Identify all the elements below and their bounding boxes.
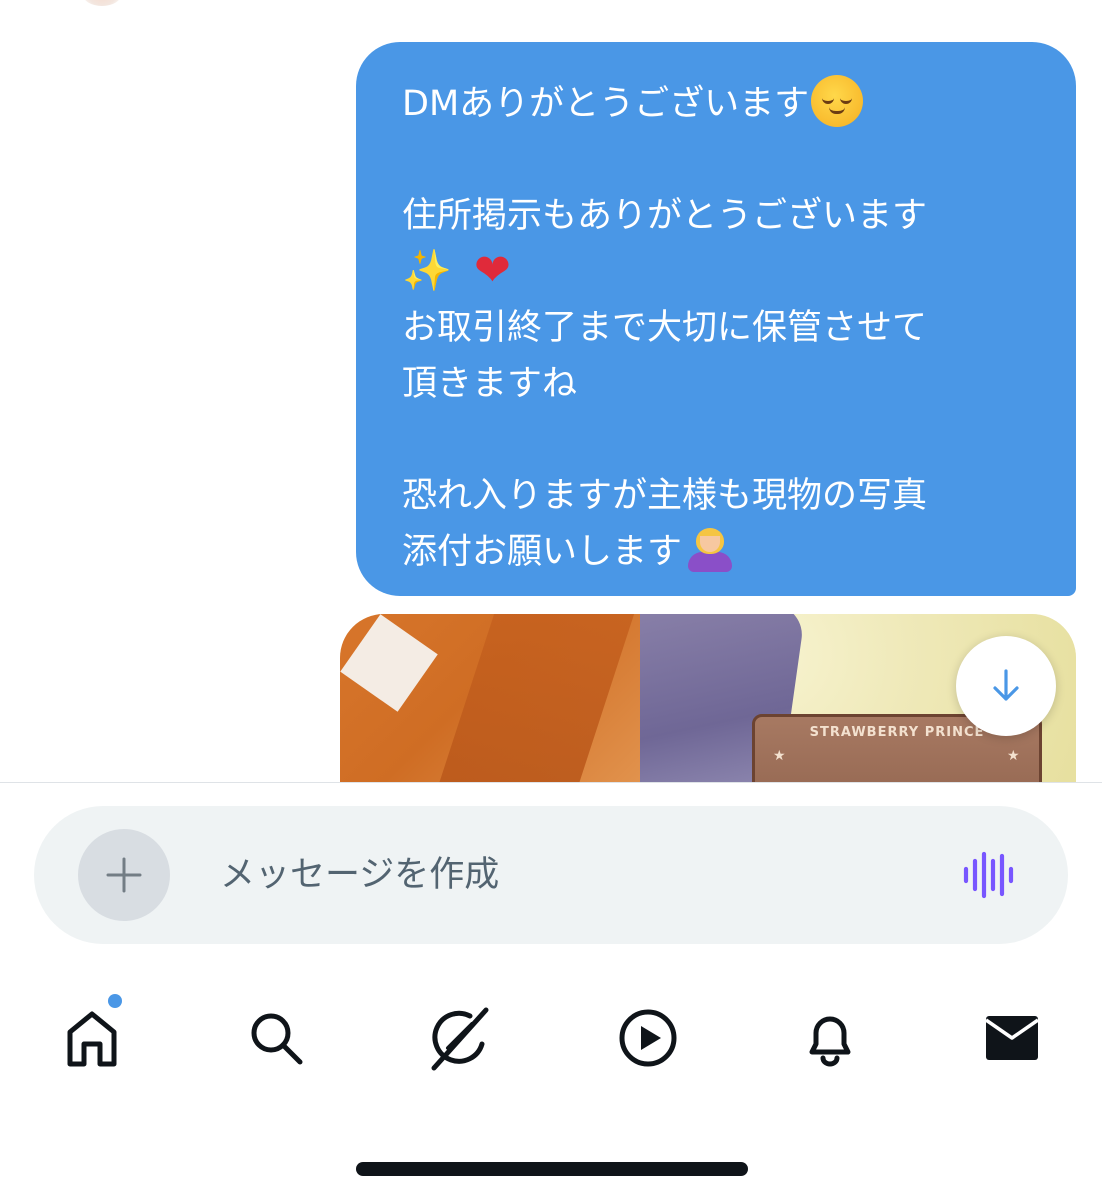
nav-grok[interactable] [422, 1000, 498, 1076]
avatar[interactable] [82, 0, 122, 6]
nav-video[interactable] [610, 1000, 686, 1076]
sparkles-icon: ✨ [402, 248, 452, 294]
message-composer [34, 806, 1068, 944]
message-emoji-line: ✨ ❤ [402, 244, 1042, 300]
video-icon [619, 1009, 677, 1067]
message-input[interactable] [220, 844, 920, 906]
notifications-icon [809, 1016, 851, 1067]
message-bubble[interactable]: DMありがとうございます 住所掲示もありがとうございます ✨ ❤ お取引終了まで大… [356, 42, 1076, 596]
star-icon: ★ [773, 748, 786, 764]
home-notification-dot [108, 994, 122, 1008]
star-icon: ★ [1007, 748, 1020, 764]
plus-icon [106, 857, 142, 893]
nav-home[interactable] [54, 1000, 130, 1076]
nav-messages[interactable] [974, 1000, 1050, 1076]
search-icon [251, 1013, 303, 1065]
message-line: DMありがとうございます [402, 75, 1042, 132]
person-bowing-icon [684, 522, 736, 572]
message-line: 住所掲示もありがとうございます [402, 196, 928, 236]
voice-waveform-icon [963, 851, 1014, 899]
scroll-down-button[interactable] [956, 636, 1056, 736]
nav-search[interactable] [238, 1000, 314, 1076]
relieved-face-icon [811, 75, 864, 127]
home-icon [67, 1011, 117, 1067]
divider [0, 782, 1102, 783]
message-line: 頂きますね [402, 364, 578, 404]
conversation-area: DMありがとうございます 住所掲示もありがとうございます ✨ ❤ お取引終了まで大… [0, 0, 1102, 782]
message-line: 恐れ入りますが主様も現物の写真 [402, 476, 928, 516]
messages-icon [985, 1016, 1039, 1060]
nav-notifications[interactable] [792, 1000, 868, 1076]
home-indicator[interactable] [356, 1162, 748, 1176]
arrow-down-icon [993, 669, 1019, 701]
bottom-navigation [0, 990, 1102, 1090]
message-line: 添付お願いします [402, 524, 1042, 580]
grok-icon [431, 1007, 489, 1071]
add-media-button[interactable] [78, 829, 170, 921]
message-line: お取引終了まで大切に保管させて [402, 308, 928, 348]
red-heart-icon: ❤ [474, 245, 511, 296]
voice-message-button[interactable] [960, 850, 1016, 900]
